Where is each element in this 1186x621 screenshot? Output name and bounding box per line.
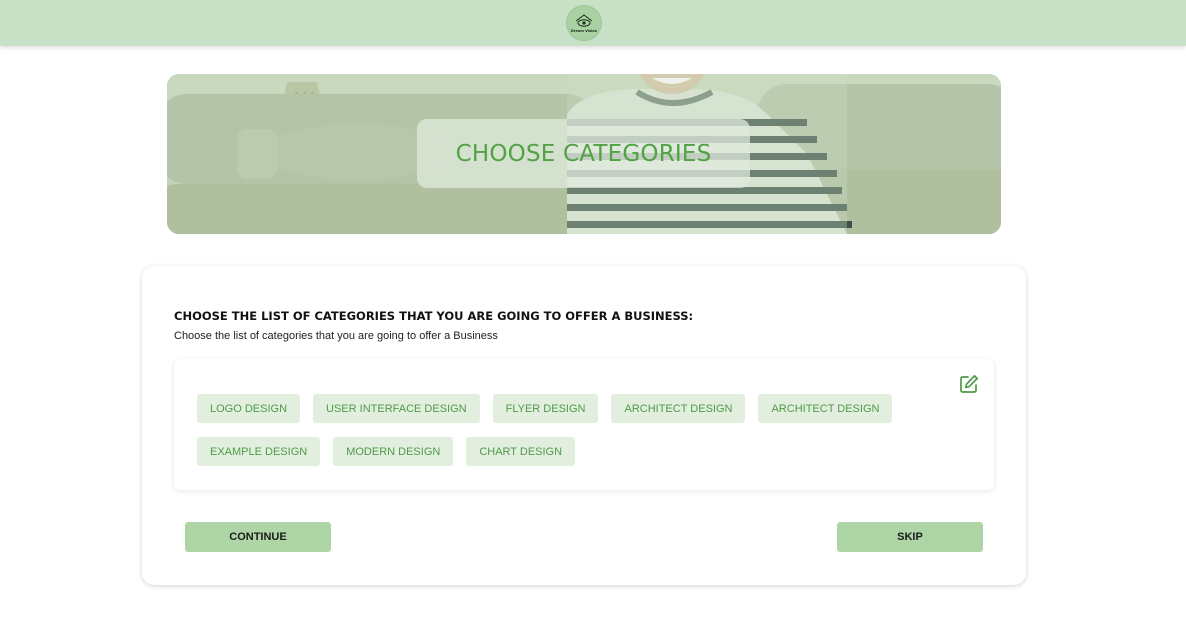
- category-chip[interactable]: MODERN DESIGN: [333, 437, 454, 466]
- top-header: Dream Vision: [0, 0, 1186, 46]
- category-chip[interactable]: LOGO DESIGN: [197, 394, 301, 423]
- form-subheading: Choose the list of categories that you a…: [174, 330, 498, 342]
- category-chip[interactable]: USER INTERFACE DESIGN: [313, 394, 480, 423]
- continue-button[interactable]: CONTINUE: [185, 522, 331, 552]
- logo-text: Dream Vision: [570, 28, 598, 33]
- category-chip[interactable]: FLYER DESIGN: [492, 394, 599, 423]
- categories-card: CHOOSE THE LIST OF CATEGORIES THAT YOU A…: [142, 266, 1026, 585]
- category-chip[interactable]: CHART DESIGN: [466, 437, 576, 466]
- hero-title-box: CHOOSE CATEGORIES: [417, 119, 750, 188]
- hero-title: CHOOSE CATEGORIES: [455, 140, 712, 167]
- form-heading: CHOOSE THE LIST OF CATEGORIES THAT YOU A…: [174, 309, 694, 323]
- edit-icon[interactable]: [959, 374, 979, 394]
- category-chip-list: LOGO DESIGN USER INTERFACE DESIGN FLYER …: [197, 394, 957, 466]
- category-chip[interactable]: ARCHITECT DESIGN: [758, 394, 893, 423]
- hero-banner: CHOOSE CATEGORIES: [167, 74, 1001, 234]
- skip-button[interactable]: SKIP: [837, 522, 983, 552]
- categories-panel: LOGO DESIGN USER INTERFACE DESIGN FLYER …: [174, 359, 994, 490]
- category-chip[interactable]: ARCHITECT DESIGN: [611, 394, 746, 423]
- eye-house-logo-icon: [575, 13, 593, 27]
- brand-logo[interactable]: Dream Vision: [566, 5, 602, 41]
- category-chip[interactable]: EXAMPLE DESIGN: [197, 437, 321, 466]
